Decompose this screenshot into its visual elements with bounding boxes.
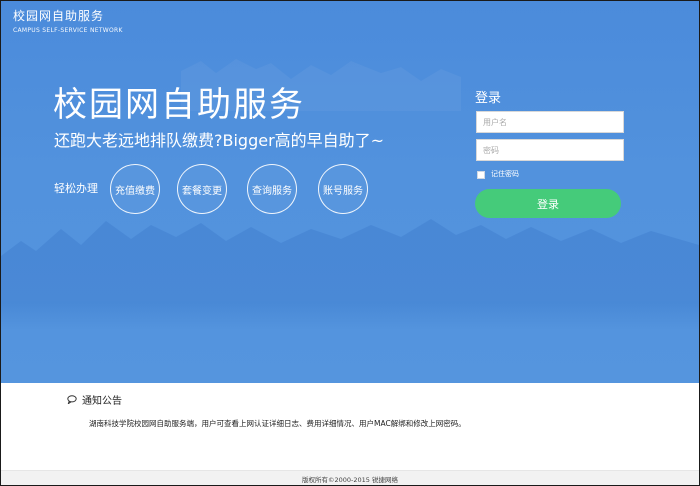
notice-header: 通知公告 — [67, 392, 122, 407]
login-title: 登录 — [475, 91, 502, 106]
speech-bubble-icon — [67, 395, 77, 404]
query-service-button[interactable]: 查询服务 — [247, 164, 297, 214]
brand-english-name: CAMPUS SELF-SERVICE NETWORK — [13, 27, 123, 34]
login-button[interactable]: 登录 — [475, 189, 621, 218]
remember-checkbox[interactable] — [477, 170, 485, 179]
quick-actions-label: 轻松办理 — [54, 182, 98, 195]
brand-name: 校园网自助服务 — [13, 9, 105, 23]
remember-label: 记住密码 — [491, 170, 519, 178]
notice-title: 通知公告 — [82, 396, 122, 407]
page-frame: 校园网自助服务 CAMPUS SELF-SERVICE NETWORK 校园网自… — [0, 0, 700, 486]
hero-banner: 校园网自助服务 CAMPUS SELF-SERVICE NETWORK 校园网自… — [1, 1, 699, 383]
account-service-button[interactable]: 账号服务 — [318, 164, 368, 214]
brand-logo: 校园网自助服务 CAMPUS SELF-SERVICE NETWORK — [13, 9, 123, 35]
recharge-button[interactable]: 充值缴费 — [110, 164, 160, 214]
notice-text: 湖南科技学院校园网自助服务端，用户可查看上网认证详细日志、费用详细情况、用户MA… — [89, 419, 466, 428]
hero-subtitle: 还跑大老远地排队缴费?Bigger高的早自助了~ — [54, 131, 385, 150]
username-input[interactable] — [476, 111, 624, 133]
plan-change-button[interactable]: 套餐变更 — [177, 164, 227, 214]
remember-password[interactable]: 记住密码 — [477, 170, 519, 179]
hero-title: 校园网自助服务 — [53, 85, 305, 125]
password-input[interactable] — [476, 139, 624, 161]
footer-copyright: 版权所有©2000-2015 锐捷网络 — [1, 470, 699, 485]
